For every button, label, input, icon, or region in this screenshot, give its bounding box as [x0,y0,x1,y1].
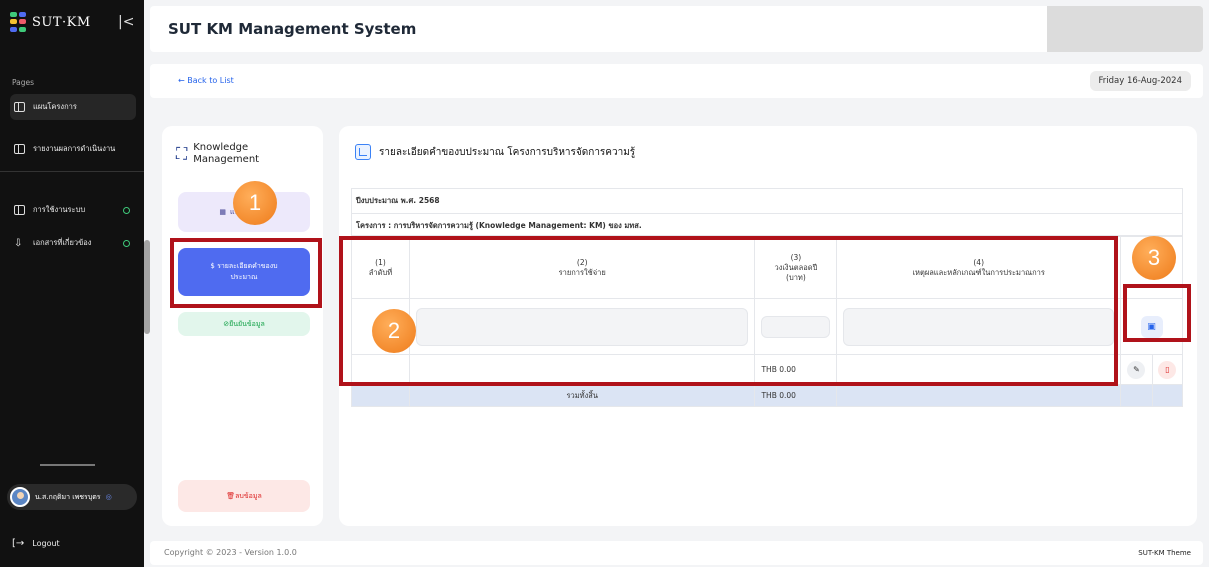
logout-button[interactable]: [→ Logout [12,538,60,549]
status-dot-icon [123,239,130,247]
section-label: Pages [12,78,35,87]
trash-icon[interactable]: ▯ [1158,360,1177,379]
section-title-text: รายละเอียดคำของบประมาณ โครงการบริหารจัดก… [379,146,636,158]
project-info: ปีงบประมาณ พ.ศ. 2568 โครงการ : การบริหาร… [351,188,1183,236]
sidebar-item-label: แผนโครงการ [33,102,77,111]
logout-icon: [→ [12,538,25,549]
user-profile[interactable]: น.ส.กฤติมา เพชรบุตร ◎ [7,484,137,510]
app-logo[interactable]: SUT·KM [10,12,91,32]
km-title: ⛶ Knowledge Management [176,142,259,166]
km-title-line1: Knowledge [193,142,249,153]
sidebar-divider [40,464,95,466]
collapse-sidebar-button[interactable]: |< [118,14,134,30]
total-spacer [836,384,1121,407]
logo-icon [10,12,26,32]
total-spacer [1120,384,1153,407]
sidebar-item-documents[interactable]: ⇩ เอกสารที่เกี่ยวข้อง [10,230,136,256]
logo-text: SUT·KM [32,14,91,30]
delete-data-button[interactable]: 🗑 ลบข้อมูล [178,480,310,512]
grid-icon [14,205,25,215]
status-dot-icon [123,206,130,214]
project-name: โครงการ : การบริหารจัดการความรู้ (Knowle… [352,213,1182,237]
sidebar-item-project-plan[interactable]: แผนโครงการ [10,94,136,120]
sidebar-item-label: เอกสารที่เกี่ยวข้อง [33,238,92,247]
sidebar-scrollbar[interactable] [144,240,150,334]
fiscal-year: ปีงบประมาณ พ.ศ. 2568 [356,196,440,205]
user-name: น.ส.กฤติมา เพชรบุตร [35,492,101,501]
step-label: ลบข้อมูล [235,491,262,500]
annotation-box-3 [1123,284,1191,342]
theme-label: SUT-KM Theme [1138,549,1191,557]
back-to-list-link[interactable]: ← Back to List [178,76,234,85]
grid-icon: ▦ [219,208,226,216]
total-spacer [1151,384,1184,407]
footer: Copyright © 2023 - Version 1.0.0 SUT-KM … [150,541,1203,565]
edit-cell: ✎ [1120,354,1153,385]
annotation-box-2 [339,236,1118,386]
total-row: รวมทั้งสิ้น THB 0.00 [351,384,1184,407]
annotation-box-1 [170,238,322,308]
km-title-line2: Management [193,154,260,165]
step-confirm[interactable]: ⊘ ยืนยันข้อมูล [178,312,310,336]
logout-label: Logout [32,539,60,548]
open-book-icon: ⛶ [176,144,188,163]
trash-icon: 🗑 [226,492,236,500]
sidebar-item-report[interactable]: รายงานผลการดำเนินงาน [10,136,136,162]
sidebar-item-label: รายงานผลการดำเนินงาน [33,144,116,153]
download-icon: ⇩ [14,237,23,249]
grid-icon [14,102,25,112]
annotation-badge-3: 3 [1132,236,1176,280]
total-label: รวมทั้งสิ้น [408,384,756,407]
step-label: ยืนยันข้อมูล [229,319,265,328]
list-icon [355,144,371,160]
sidebar-item-label: การใช้งานระบบ [33,205,86,214]
sidebar-divider [0,171,144,172]
breadcrumb-bar: ← Back to List Friday 16-Aug-2024 [150,64,1203,98]
avatar [10,487,30,507]
sidebar-item-usage[interactable]: การใช้งานระบบ [10,197,136,223]
edit-pencil-icon[interactable]: ✎ [1127,360,1146,379]
top-header: SUT KM Management System [150,6,1203,52]
delete-cell: ▯ [1151,354,1184,385]
page-title: SUT KM Management System [168,20,417,38]
header-redacted-area [1047,6,1203,52]
sidebar: SUT·KM |< Pages แผนโครงการ รายงานผลการดำ… [0,0,144,567]
annotation-badge-2: 2 [372,309,416,353]
section-title: รายละเอียดคำของบประมาณ โครงการบริหารจัดก… [355,144,635,160]
total-amount: THB 0.00 [754,384,838,407]
report-icon [14,144,25,154]
copyright: Copyright © 2023 - Version 1.0.0 [164,548,297,557]
date-badge: Friday 16-Aug-2024 [1089,71,1191,91]
total-spacer [351,384,410,407]
annotation-badge-1: 1 [233,181,277,225]
verified-icon: ◎ [105,493,112,501]
